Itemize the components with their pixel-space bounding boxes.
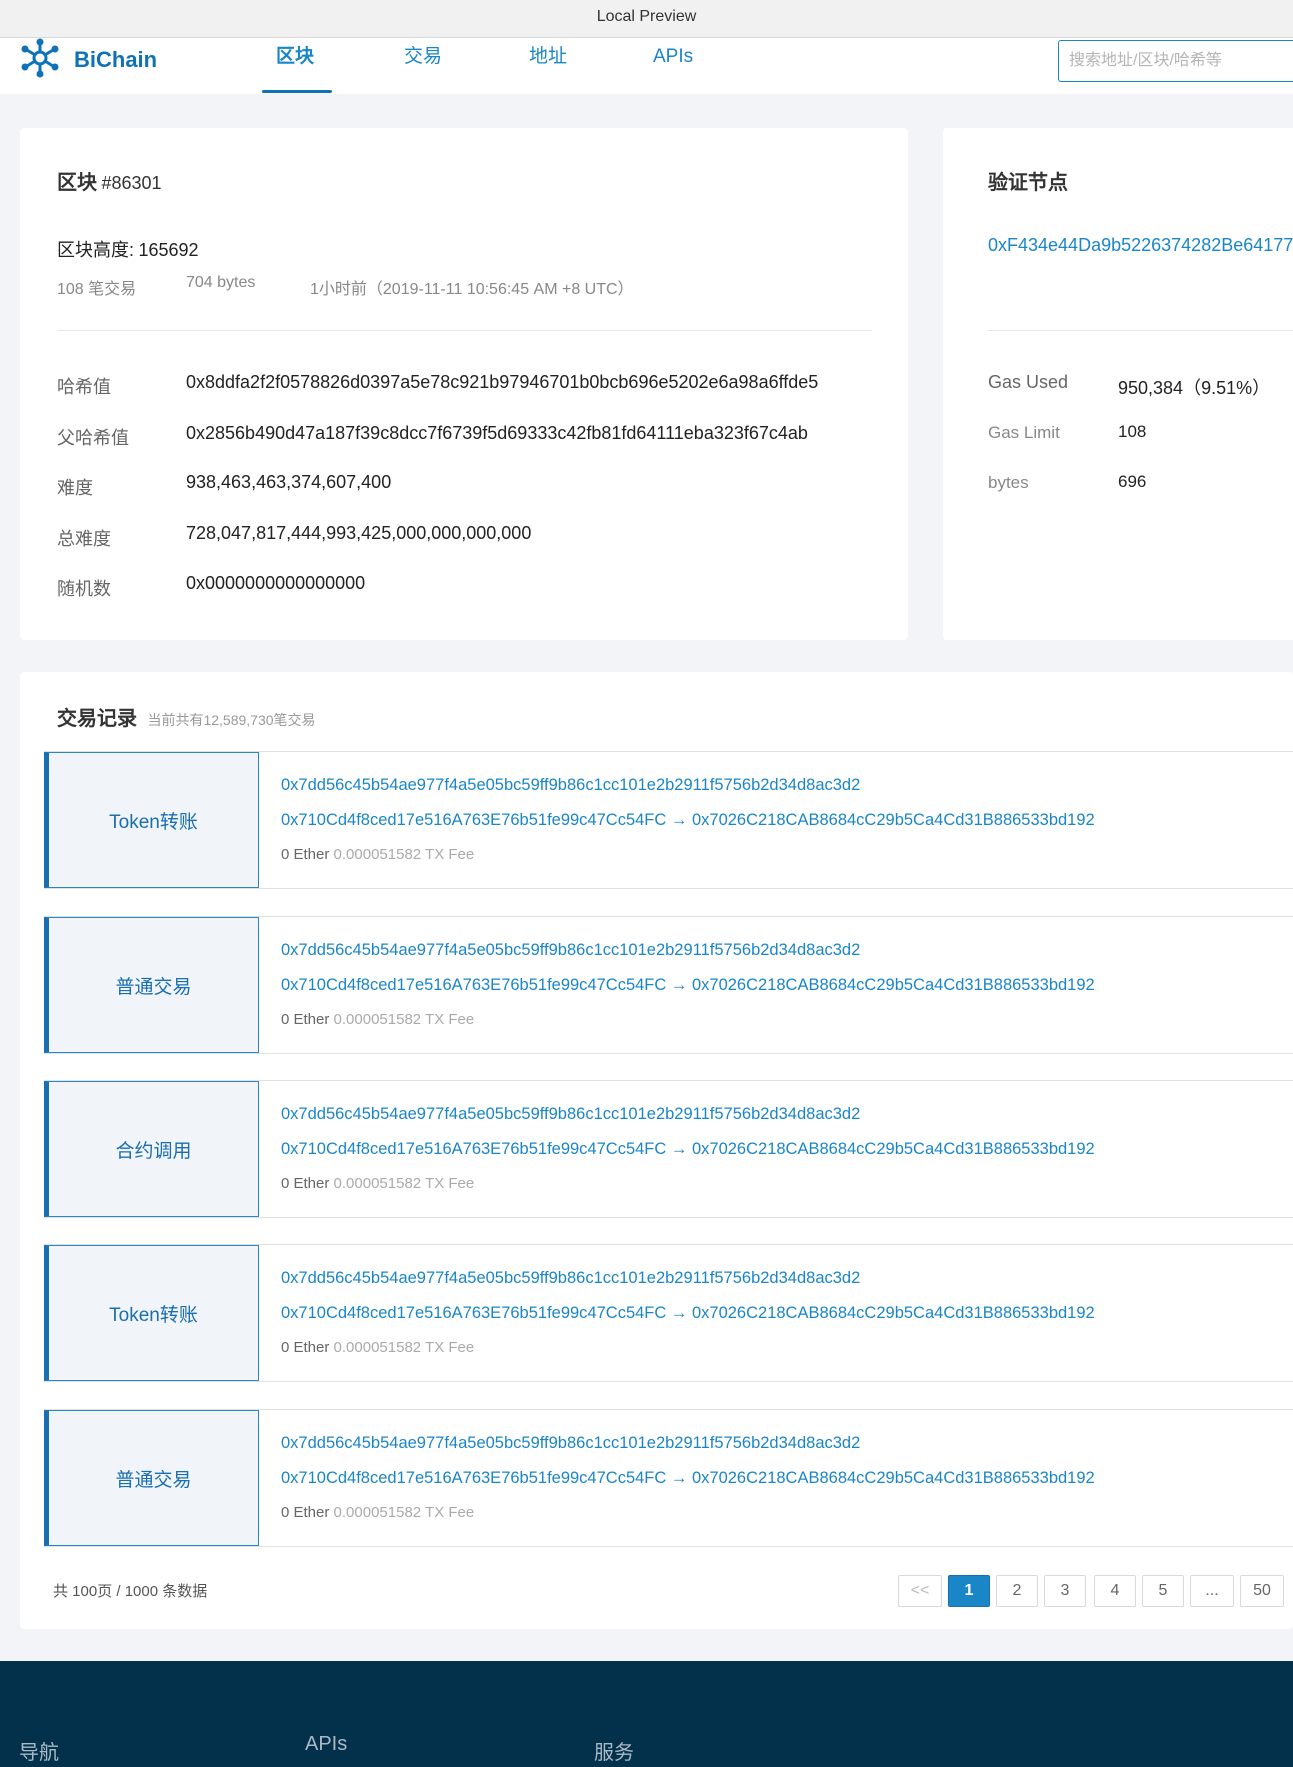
tx-fee: 0.000051582 TX Fee (333, 1339, 475, 1356)
block-tx-count: 108 笔交易 (57, 281, 137, 298)
tx-route-link[interactable]: 0x710Cd4f8ced17e516A763E76b51fe99c47Cc54… (281, 811, 1095, 830)
field-label-difficulty: 难度 (57, 478, 93, 498)
pagination-page-4[interactable]: 4 (1094, 1575, 1136, 1607)
block-title-label: 区块 (57, 172, 97, 194)
divider (988, 330, 1293, 331)
stat-label-bytes: bytes (988, 473, 1029, 492)
transaction-row: 普通交易 0x7dd56c45b54ae977f4a5e05bc59ff9b86… (44, 1409, 1293, 1547)
tx-route-link[interactable]: 0x710Cd4f8ced17e516A763E76b51fe99c47Cc54… (281, 1304, 1095, 1323)
window-title: Local Preview (596, 8, 697, 25)
tx-hash-link[interactable]: 0x7dd56c45b54ae977f4a5e05bc59ff9b86c1cc1… (281, 1269, 860, 1288)
transaction-row: 合约调用 0x7dd56c45b54ae977f4a5e05bc59ff9b86… (44, 1080, 1293, 1218)
field-value-hash: 0x8ddfa2f2f0578826d0397a5e78c921b9794670… (186, 372, 819, 392)
stat-value-bytes: 696 (1118, 472, 1147, 491)
field-value-nonce: 0x0000000000000000 (186, 573, 366, 593)
transactions-header: 交易记录 当前共有12,589,730笔交易 (57, 702, 316, 731)
nav-item-apis[interactable]: APIs (653, 38, 693, 94)
tx-fee: 0.000051582 TX Fee (333, 1175, 475, 1192)
validator-address-link[interactable]: 0xF434e44Da9b5226374282Be641775 (988, 235, 1293, 256)
tx-route-link[interactable]: 0x710Cd4f8ced17e516A763E76b51fe99c47Cc54… (281, 1469, 1095, 1488)
brand-name: BiChain (74, 47, 158, 72)
footer-nav-heading[interactable]: 导航 (19, 1736, 59, 1765)
nav-item-transactions[interactable]: 交易 (404, 38, 442, 94)
stat-value-gas-limit: 108 (1118, 422, 1147, 441)
field-label-nonce: 随机数 (57, 579, 111, 599)
pagination-page-2[interactable]: 2 (996, 1575, 1038, 1607)
field-value-parent-hash: 0x2856b490d47a187f39c8dcc7f6739f5d69333c… (186, 423, 808, 443)
transactions-subtitle: 当前共有12,589,730笔交易 (147, 712, 316, 728)
block-time: 1小时前（2019-11-11 10:56:45 AM +8 UTC） (310, 281, 634, 298)
tx-amount: 0 Ether (281, 1504, 330, 1521)
tx-hash-link[interactable]: 0x7dd56c45b54ae977f4a5e05bc59ff9b86c1cc1… (281, 1105, 860, 1124)
window-title-bar: Local Preview (0, 0, 1293, 38)
tx-type-badge[interactable]: Token转账 (44, 752, 259, 888)
tx-fee-line: 0 Ether 0.000051582 TX Fee (281, 1339, 474, 1356)
validator-title: 验证节点 (988, 172, 1068, 194)
field-value-difficulty: 938,463,463,374,607,400 (186, 472, 392, 492)
pagination-page-1[interactable]: 1 (948, 1575, 990, 1607)
tx-hash-link[interactable]: 0x7dd56c45b54ae977f4a5e05bc59ff9b86c1cc1… (281, 941, 860, 960)
stat-label-gas-used: Gas Used (988, 372, 1069, 392)
tx-type-badge[interactable]: Token转账 (44, 1245, 259, 1381)
tx-route-link[interactable]: 0x710Cd4f8ced17e516A763E76b51fe99c47Cc54… (281, 1140, 1095, 1159)
transactions-card: 交易记录 当前共有12,589,730笔交易 Token转账 0x7dd56c4… (20, 672, 1293, 1629)
tx-fee-line: 0 Ether 0.000051582 TX Fee (281, 1011, 474, 1028)
transaction-row: Token转账 0x7dd56c45b54ae977f4a5e05bc59ff9… (44, 1244, 1293, 1382)
tx-hash-link[interactable]: 0x7dd56c45b54ae977f4a5e05bc59ff9b86c1cc1… (281, 1434, 860, 1453)
tx-fee-line: 0 Ether 0.000051582 TX Fee (281, 1175, 474, 1192)
tx-type-badge[interactable]: 普通交易 (44, 1410, 259, 1546)
pagination-prev-button[interactable]: << (898, 1575, 942, 1607)
field-value-total-difficulty: 728,047,817,444,993,425,000,000,000,000 (186, 523, 532, 543)
brand-logo[interactable]: BiChain (20, 38, 158, 83)
tx-fee: 0.000051582 TX Fee (333, 1504, 475, 1521)
pagination-summary: 共 100页 / 1000 条数据 (53, 1583, 208, 1600)
pagination-page-3[interactable]: 3 (1044, 1575, 1086, 1607)
block-title: 区块 #86301 (57, 166, 162, 195)
validator-card: 验证节点 0xF434e44Da9b5226374282Be641775 Gas… (943, 128, 1293, 640)
pagination-ellipsis[interactable]: ... (1190, 1575, 1234, 1607)
block-height: 区块高度: 165692 (57, 236, 199, 262)
field-label-hash: 哈希值 (57, 377, 111, 397)
tx-amount: 0 Ether (281, 1175, 330, 1192)
transactions-title: 交易记录 (57, 708, 137, 730)
transaction-row: 普通交易 0x7dd56c45b54ae977f4a5e05bc59ff9b86… (44, 916, 1293, 1054)
stat-label-gas-limit: Gas Limit (988, 423, 1060, 442)
active-tab-indicator (262, 90, 332, 93)
transaction-row: Token转账 0x7dd56c45b54ae977f4a5e05bc59ff9… (44, 751, 1293, 889)
tx-amount: 0 Ether (281, 1011, 330, 1028)
tx-fee-line: 0 Ether 0.000051582 TX Fee (281, 846, 474, 863)
footer-apis-heading[interactable]: APIs (305, 1733, 347, 1756)
footer: 导航 APIs 服务 (0, 1661, 1293, 1767)
footer-services-heading[interactable]: 服务 (594, 1736, 634, 1765)
tx-type-badge[interactable]: 普通交易 (44, 917, 259, 1053)
tx-fee-line: 0 Ether 0.000051582 TX Fee (281, 1504, 474, 1521)
pagination-page-5[interactable]: 5 (1142, 1575, 1184, 1607)
field-label-parent-hash: 父哈希值 (57, 428, 129, 448)
tx-hash-link[interactable]: 0x7dd56c45b54ae977f4a5e05bc59ff9b86c1cc1… (281, 776, 860, 795)
block-size: 704 bytes (186, 274, 256, 291)
top-navigation: BiChain 区块 交易 地址 APIs (0, 38, 1293, 94)
tx-amount: 0 Ether (281, 1339, 330, 1356)
pagination-page-50[interactable]: 50 (1240, 1575, 1284, 1607)
block-height-label: 区块高度: (57, 240, 135, 260)
tx-fee: 0.000051582 TX Fee (333, 846, 475, 863)
search-input[interactable] (1058, 40, 1293, 82)
network-hub-icon (20, 38, 60, 83)
stat-value-gas-used: 950,384（9.51%） (1118, 378, 1271, 398)
block-info-card: 区块 #86301 区块高度: 165692 108 笔交易 704 bytes… (20, 128, 908, 640)
block-number: #86301 (101, 173, 162, 193)
nav-item-addresses[interactable]: 地址 (529, 38, 567, 94)
divider (57, 330, 872, 331)
nav-item-blocks[interactable]: 区块 (276, 38, 314, 94)
field-label-total-difficulty: 总难度 (57, 529, 111, 549)
tx-type-badge[interactable]: 合约调用 (44, 1081, 259, 1217)
tx-fee: 0.000051582 TX Fee (333, 1011, 475, 1028)
block-height-value: 165692 (138, 240, 199, 260)
tx-route-link[interactable]: 0x710Cd4f8ced17e516A763E76b51fe99c47Cc54… (281, 976, 1095, 995)
tx-amount: 0 Ether (281, 846, 330, 863)
